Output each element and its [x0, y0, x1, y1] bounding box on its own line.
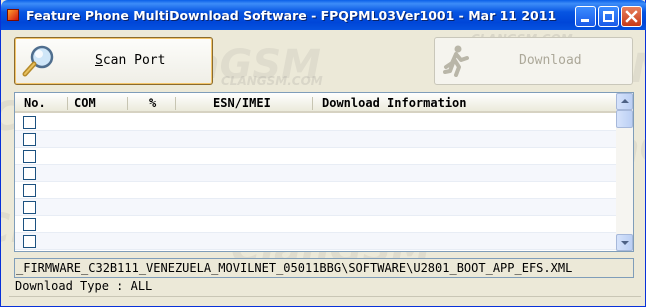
- running-man-icon: [443, 45, 469, 77]
- chevron-up-icon: [621, 99, 629, 103]
- minimize-button[interactable]: [575, 6, 596, 27]
- scroll-up-button[interactable]: [616, 93, 633, 110]
- row-checkbox[interactable]: [23, 184, 36, 197]
- column-divider[interactable]: [67, 97, 68, 110]
- column-header[interactable]: %: [149, 96, 156, 110]
- close-icon: [625, 10, 638, 23]
- window-title: Feature Phone MultiDownload Software - F…: [26, 8, 557, 23]
- vertical-scrollbar[interactable]: [616, 93, 633, 251]
- list-row[interactable]: [15, 216, 616, 233]
- column-divider[interactable]: [175, 97, 176, 110]
- title-bar[interactable]: Feature Phone MultiDownload Software - F…: [1, 0, 646, 30]
- port-list[interactable]: No. COM % ESN/IMEI Download Information: [14, 92, 634, 252]
- maximize-button[interactable]: [598, 6, 619, 27]
- scroll-down-button[interactable]: [616, 234, 633, 251]
- download-button[interactable]: Download: [434, 37, 633, 85]
- column-header[interactable]: Download Information: [322, 96, 467, 110]
- list-header: No. COM % ESN/IMEI Download Information: [15, 93, 616, 113]
- minimize-icon: [581, 19, 589, 22]
- row-checkbox[interactable]: [23, 150, 36, 163]
- magnifier-icon: [22, 45, 54, 77]
- firmware-path-text: _FIRMWARE_C32B111_VENEZUELA_MOVILNET_050…: [16, 261, 573, 275]
- chevron-down-icon: [621, 241, 629, 245]
- row-checkbox[interactable]: [23, 167, 36, 180]
- list-row[interactable]: [15, 131, 616, 148]
- download-type-text: Download Type : ALL: [15, 279, 153, 293]
- scan-port-label: Scan Port: [95, 53, 166, 68]
- main-window: Feature Phone MultiDownload Software - F…: [0, 0, 646, 307]
- column-divider[interactable]: [312, 97, 313, 110]
- list-row[interactable]: [15, 114, 616, 131]
- close-button[interactable]: [621, 6, 642, 27]
- watermark-url: CLANGSM.COM: [221, 74, 323, 88]
- scroll-thumb[interactable]: [616, 110, 633, 128]
- scan-port-button[interactable]: Scan Port: [14, 37, 213, 85]
- column-header[interactable]: ESN/IMEI: [213, 96, 271, 110]
- row-checkbox[interactable]: [23, 201, 36, 214]
- divider: [9, 296, 641, 297]
- list-row[interactable]: [15, 233, 616, 250]
- row-checkbox[interactable]: [23, 218, 36, 231]
- column-header[interactable]: No.: [24, 96, 46, 110]
- row-checkbox[interactable]: [23, 116, 36, 129]
- maximize-icon: [603, 11, 614, 22]
- list-row[interactable]: [15, 182, 616, 199]
- list-row[interactable]: [15, 148, 616, 165]
- list-row[interactable]: [15, 165, 616, 182]
- app-icon: [7, 9, 19, 21]
- download-label: Download: [519, 53, 582, 68]
- row-checkbox[interactable]: [23, 133, 36, 146]
- list-rows: [15, 114, 616, 250]
- row-checkbox[interactable]: [23, 235, 36, 248]
- column-divider[interactable]: [127, 97, 128, 110]
- firmware-path-field: _FIRMWARE_C32B111_VENEZUELA_MOVILNET_050…: [14, 258, 634, 278]
- column-header[interactable]: COM: [74, 96, 96, 110]
- list-row[interactable]: [15, 199, 616, 216]
